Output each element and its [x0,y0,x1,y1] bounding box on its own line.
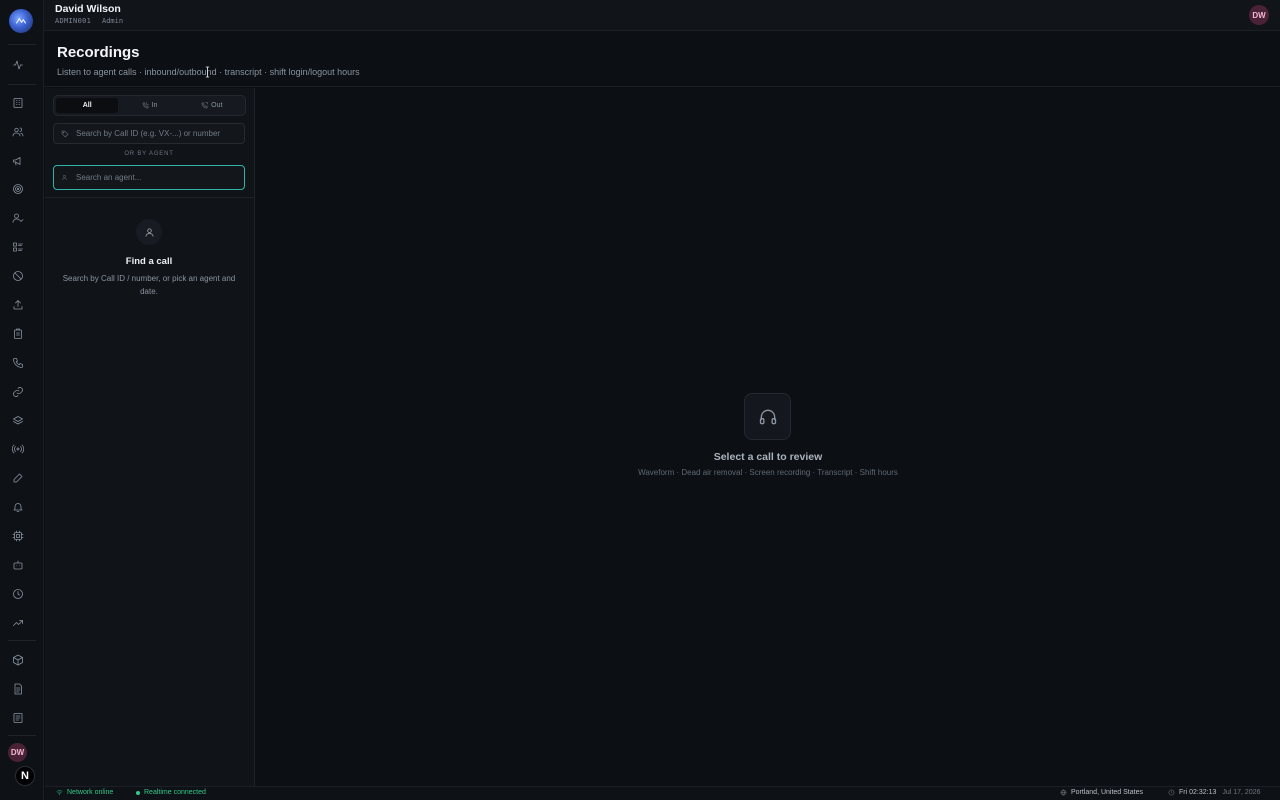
date-label: Jul 17, 2026 [1222,789,1261,796]
user-check-icon[interactable] [11,211,25,225]
chip-icon[interactable] [11,529,25,543]
user-name: David Wilson [55,3,121,15]
status-bar: Network online Realtime connected Portla… [45,786,1280,800]
target-icon[interactable] [11,182,25,196]
megaphone-icon[interactable] [11,154,25,168]
rail-divider [8,735,36,736]
call-search-field [53,123,245,144]
document-icon[interactable] [11,682,25,696]
phone-incoming-icon [142,102,148,109]
empty-state-title: Select a call to review [713,451,823,463]
report-icon[interactable] [11,711,25,725]
text-cursor-icon [205,66,210,78]
top-bar: David Wilson ADMIN001 Admin DW [44,0,1280,31]
clock: Fri 02:32:13 Jul 17, 2026 [1168,789,1261,796]
rail-user-avatar[interactable]: DW [8,743,27,762]
recording-viewer: Select a call to review Waveform · Dead … [256,88,1280,786]
network-status: Network online [56,789,113,796]
tab-in-label: In [151,102,158,109]
tag-icon [61,130,69,138]
link-icon[interactable] [11,385,25,399]
status-dot [136,790,140,795]
find-call-icon [136,219,162,245]
panel-divider [45,197,254,198]
globe-icon [1060,789,1067,796]
list-icon[interactable] [11,240,25,254]
call-search-input[interactable] [76,124,236,143]
realtime-status-label: Realtime connected [144,789,206,796]
bot-icon[interactable] [11,558,25,572]
headphones-icon [744,393,791,440]
realtime-status: Realtime connected [136,789,206,796]
user-role: Admin [102,17,124,25]
tab-all-label: All [82,102,92,109]
rail-divider [8,84,36,85]
tab-out[interactable]: Out [181,98,243,113]
user-avatar[interactable]: DW [1249,5,1269,25]
agent-search-field [53,165,245,190]
layers-icon[interactable] [11,414,25,428]
direction-tabs: All In Out [53,95,246,116]
agent-search-input[interactable] [76,166,236,189]
phone-outgoing-icon [201,102,208,109]
clock-icon[interactable] [11,587,25,601]
user-icon [61,174,68,181]
broadcast-icon[interactable] [11,442,25,456]
upload-icon[interactable] [11,298,25,312]
wifi-icon [56,790,63,796]
location: Portland, United States [1060,789,1143,796]
rail-divider [8,640,36,641]
tab-in[interactable]: In [118,98,180,113]
phone-icon[interactable] [11,356,25,370]
location-label: Portland, United States [1071,789,1143,796]
sidebar-rail: DW N [0,0,44,800]
network-status-label: Network online [67,789,114,796]
ban-icon[interactable] [11,269,25,283]
page-header: Recordings Listen to agent calls · inbou… [44,31,1280,87]
pen-icon[interactable] [11,471,25,485]
trending-icon[interactable] [11,616,25,630]
building-icon[interactable] [11,96,25,110]
app-logo[interactable] [9,9,33,33]
clock-icon [1168,789,1175,796]
users-icon[interactable] [11,125,25,139]
find-call-title: Find a call [125,256,173,267]
package-icon[interactable] [11,653,25,667]
or-by-agent-label: OR BY AGENT [124,151,174,157]
search-panel: All In Out OR BY AGENT Find a call Searc… [45,88,255,786]
brand-mark[interactable]: N [15,766,35,786]
find-call-description: Search by Call ID / number, or pick an a… [62,274,236,296]
user-id: ADMIN001 [55,17,92,25]
clipboard-icon[interactable] [11,327,25,341]
tab-all[interactable]: All [56,98,119,113]
tab-out-label: Out [211,102,223,109]
bell-icon[interactable] [11,500,25,514]
activity-icon[interactable] [11,58,25,72]
empty-state-subtitle: Waveform · Dead air removal · Screen rec… [638,468,898,477]
rail-divider [8,44,36,45]
time-label: Fri 02:32:13 [1179,789,1217,796]
page-title: Recordings [57,44,140,61]
